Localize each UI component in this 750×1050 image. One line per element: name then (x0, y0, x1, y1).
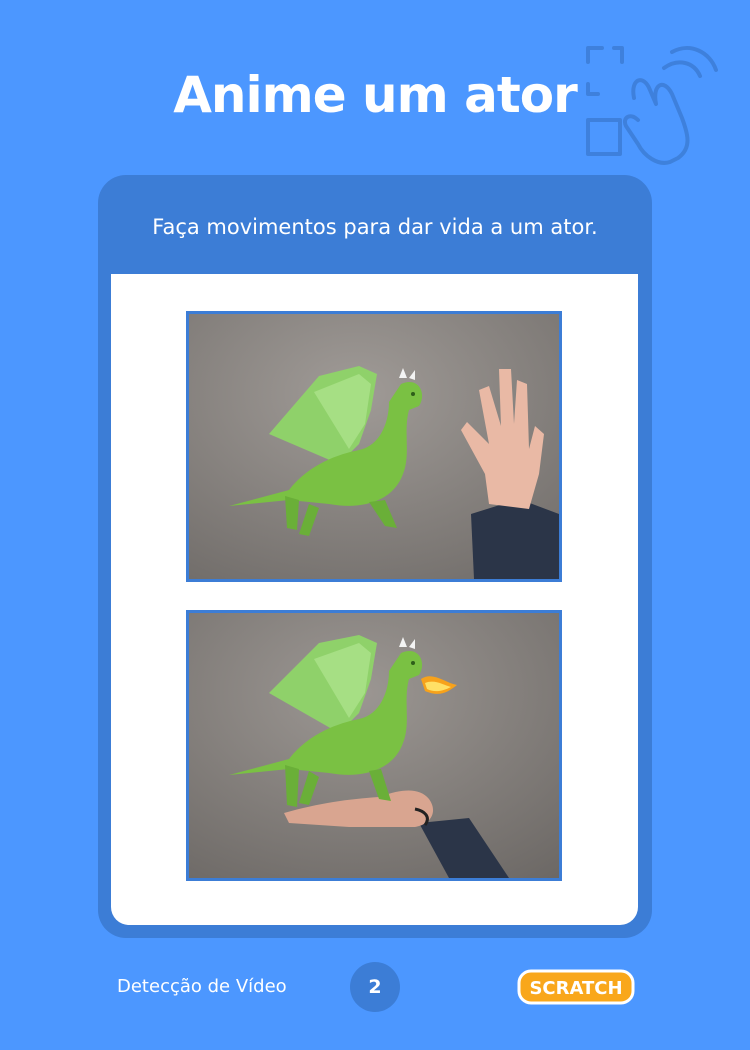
dragon-breathing-fire-on-hand-photo (186, 610, 562, 881)
video-motion-hand-icon (586, 46, 718, 165)
page-number-badge: 2 (350, 962, 400, 1012)
instruction-card: Faça movimentos para dar vida a um ator. (98, 175, 652, 938)
dragon-and-waving-hand-photo (186, 311, 562, 582)
scratch-logo: SCRATCH (517, 969, 635, 1005)
extension-label: Detecção de Vídeo (117, 976, 287, 997)
svg-text:SCRATCH: SCRATCH (529, 978, 622, 999)
card-subtitle: Faça movimentos para dar vida a um ator. (152, 215, 598, 239)
card-body (111, 274, 638, 925)
